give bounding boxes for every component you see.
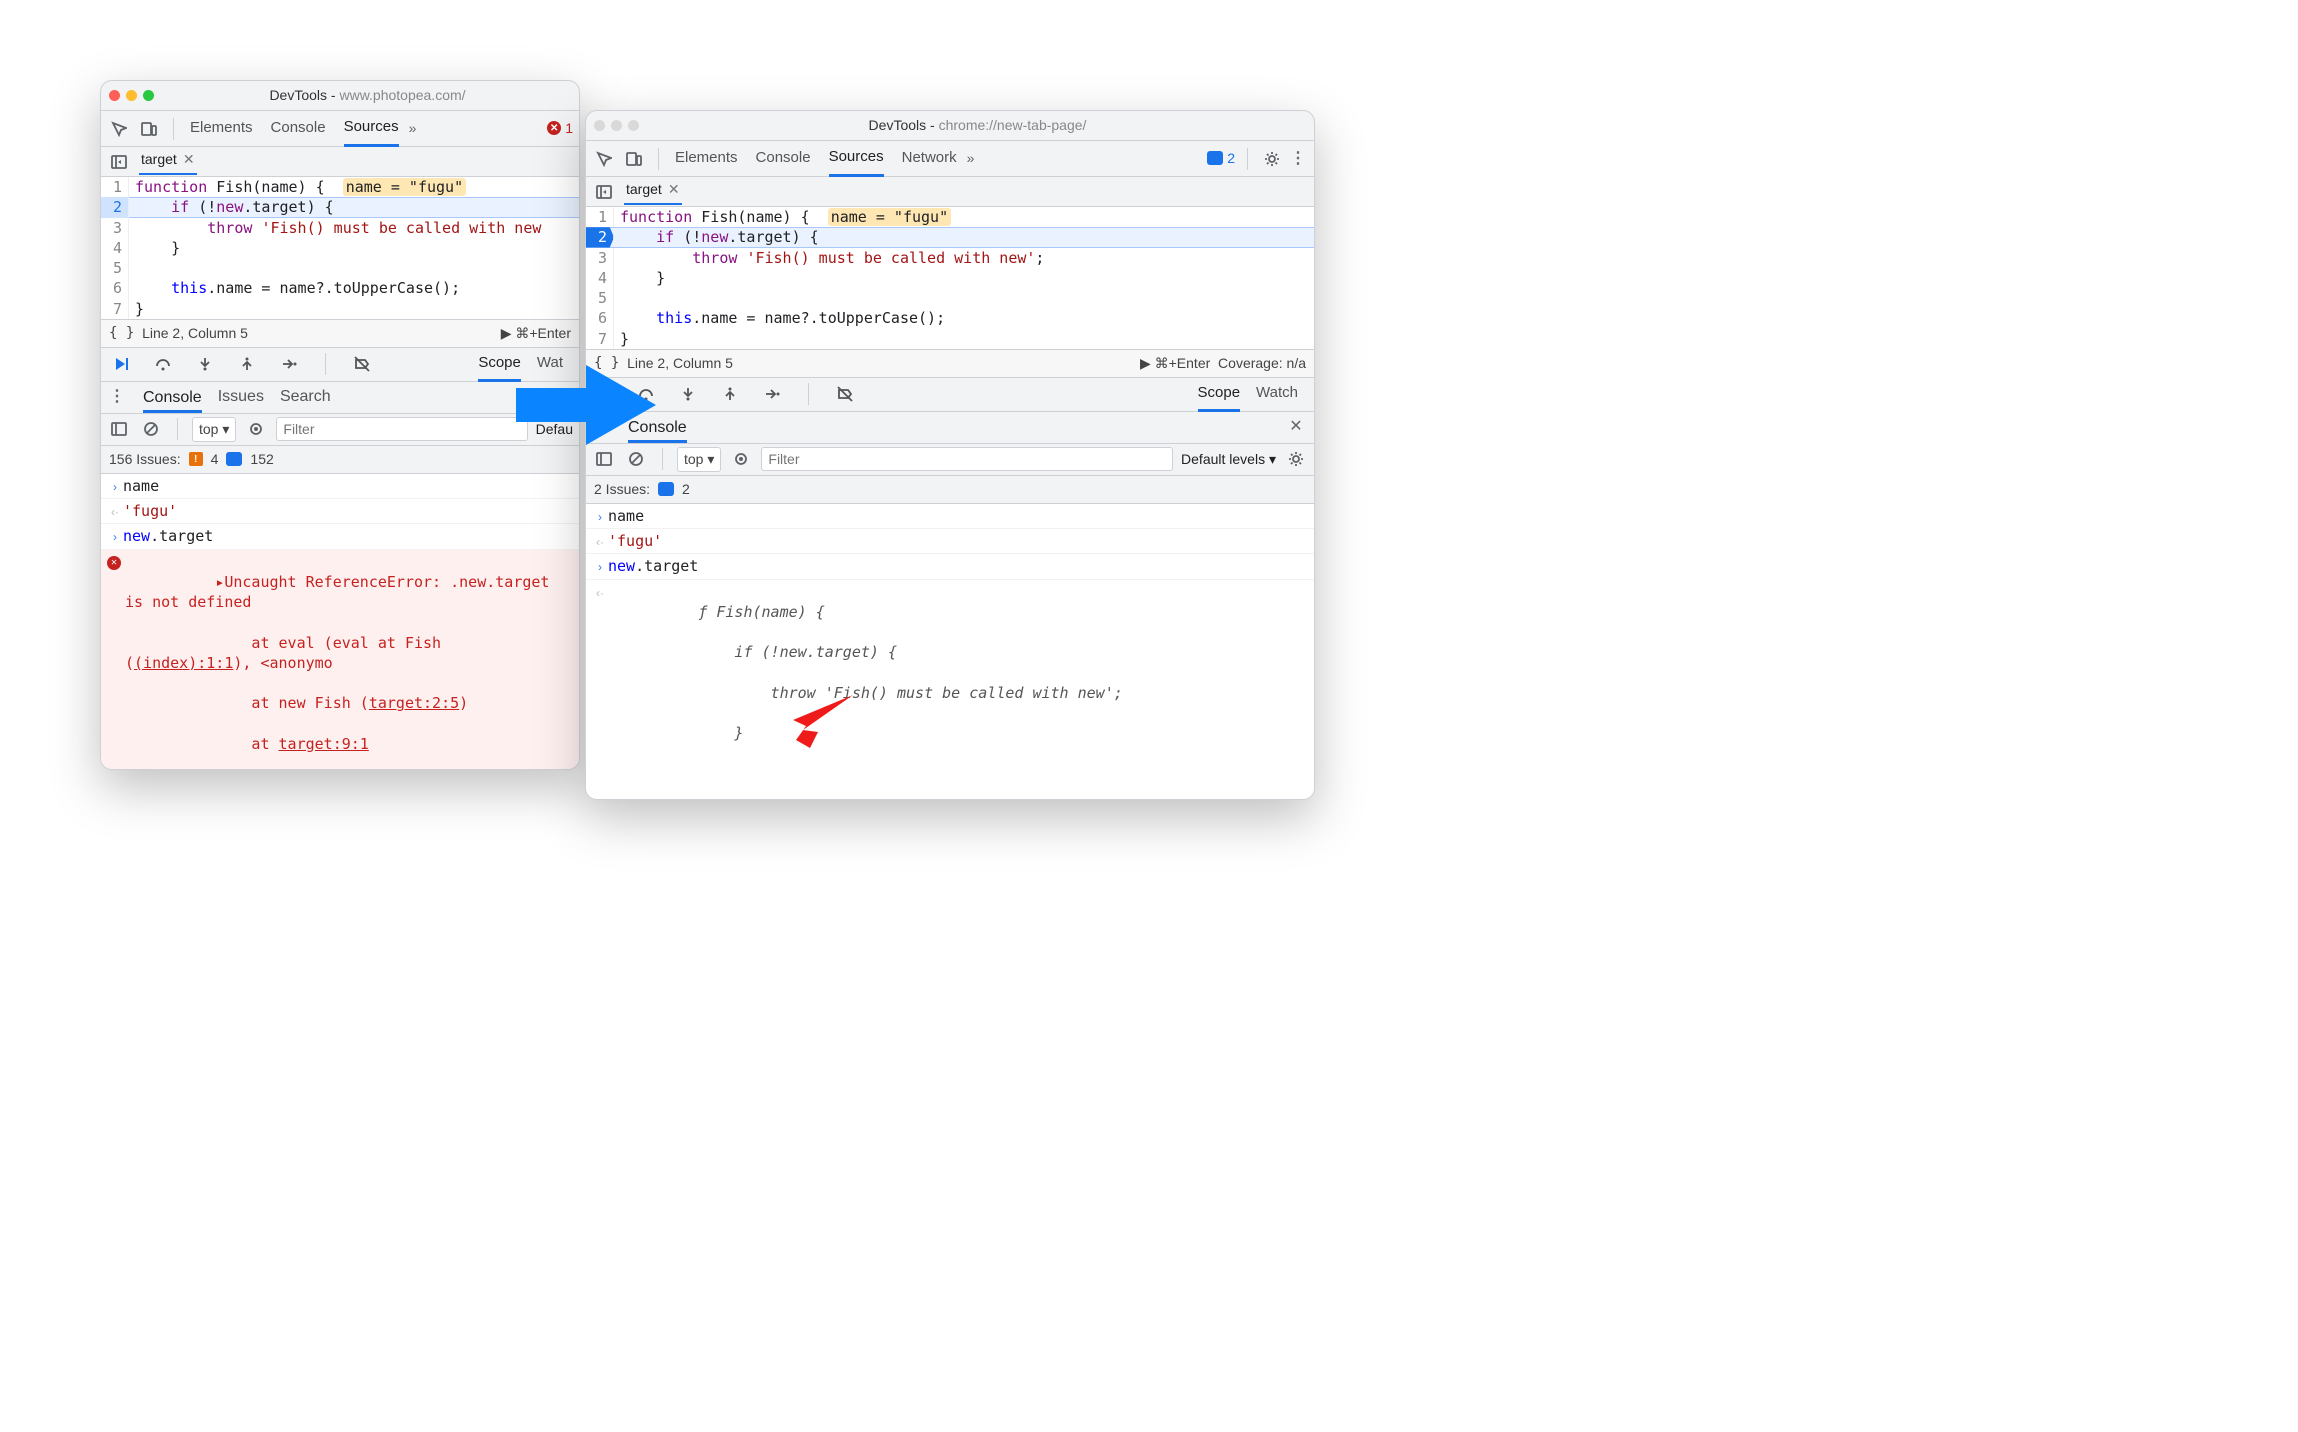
console-error[interactable]: ✕ ▸Uncaught ReferenceError: .new.target … bbox=[101, 550, 579, 771]
navigator-toggle-icon[interactable] bbox=[107, 150, 131, 174]
code-editor[interactable]: 1function Fish(name) { name = "fugu" 2 i… bbox=[101, 177, 579, 319]
clear-console-icon[interactable] bbox=[624, 447, 648, 471]
step-out-icon[interactable] bbox=[235, 352, 259, 376]
live-expression-icon[interactable] bbox=[244, 417, 268, 441]
error-badge[interactable]: ✕1 bbox=[547, 119, 573, 138]
console-output: ›name ‹·'fugu' ›new.target ‹· ƒ Fish(nam… bbox=[586, 504, 1314, 800]
issues-bar[interactable]: 2 Issues: 2 bbox=[586, 476, 1314, 504]
minimize-window-icon[interactable] bbox=[611, 120, 622, 131]
tab-sources[interactable]: Sources bbox=[829, 141, 884, 177]
output-marker-icon: ‹· bbox=[107, 501, 123, 520]
drawer-tab-issues[interactable]: Issues bbox=[218, 380, 264, 414]
titlebar: DevTools - chrome://new-tab-page/ bbox=[586, 111, 1314, 141]
debugger-toolbar: Scope Watch bbox=[586, 378, 1314, 412]
step-into-icon[interactable] bbox=[676, 382, 700, 406]
tab-console[interactable]: Console bbox=[271, 111, 326, 147]
main-toolbar: Elements Console Sources » ✕1 bbox=[101, 111, 579, 147]
more-menu-icon[interactable]: ⋮ bbox=[1290, 148, 1308, 170]
resume-icon[interactable] bbox=[109, 352, 133, 376]
inspect-element-icon[interactable] bbox=[592, 147, 616, 171]
devtools-window-right: DevTools - chrome://new-tab-page/ Elemen… bbox=[585, 110, 1315, 800]
console-filter-bar: top ▾ Default levels ▾ bbox=[586, 444, 1314, 476]
tab-elements[interactable]: Elements bbox=[675, 141, 738, 177]
output-marker-icon: ‹· bbox=[592, 582, 608, 601]
coverage-status: Coverage: n/a bbox=[1218, 354, 1306, 373]
minimize-window-icon[interactable] bbox=[126, 90, 137, 101]
tab-console[interactable]: Console bbox=[756, 141, 811, 177]
live-expression-icon[interactable] bbox=[729, 447, 753, 471]
more-tabs-icon[interactable]: » bbox=[405, 115, 421, 142]
settings-gear-icon[interactable] bbox=[1260, 147, 1284, 171]
filter-input[interactable] bbox=[276, 417, 527, 441]
cursor-position: Line 2, Column 5 bbox=[142, 324, 248, 343]
console-result[interactable]: ‹· ƒ Fish(name) { if (!new.target) { thr… bbox=[586, 580, 1314, 801]
main-toolbar: Elements Console Sources Network » 2 ⋮ bbox=[586, 141, 1314, 177]
maximize-window-icon[interactable] bbox=[143, 90, 154, 101]
clear-console-icon[interactable] bbox=[139, 417, 163, 441]
file-tabbar: target ✕ bbox=[101, 147, 579, 177]
drawer-tabs: ⋮ Console Issues Search bbox=[101, 382, 579, 414]
inspect-element-icon[interactable] bbox=[107, 117, 131, 141]
deactivate-breakpoints-icon[interactable] bbox=[833, 382, 857, 406]
close-window-icon[interactable] bbox=[594, 120, 605, 131]
console-output: ›name ‹·'fugu' ›new.target ✕ ▸Uncaught R… bbox=[101, 474, 579, 770]
titlebar: DevTools - www.photopea.com/ bbox=[101, 81, 579, 111]
drawer-tabs: ⋮ Console ✕ bbox=[586, 412, 1314, 444]
editor-footer: { } Line 2, Column 5 ▶ ⌘+Enter Coverage:… bbox=[586, 349, 1314, 377]
file-tab-target[interactable]: target ✕ bbox=[139, 148, 197, 175]
tab-sources[interactable]: Sources bbox=[344, 111, 399, 147]
close-tab-icon[interactable]: ✕ bbox=[668, 180, 680, 199]
input-marker-icon: › bbox=[107, 526, 123, 545]
step-icon[interactable] bbox=[760, 382, 784, 406]
device-toolbar-icon[interactable] bbox=[137, 117, 161, 141]
step-out-icon[interactable] bbox=[718, 382, 742, 406]
devtools-window-left: DevTools - www.photopea.com/ Elements Co… bbox=[100, 80, 580, 770]
code-editor[interactable]: 1function Fish(name) { name = "fugu" 2 i… bbox=[586, 207, 1314, 349]
annotation-blue-arrow-icon bbox=[516, 360, 656, 450]
drawer-menu-icon[interactable]: ⋮ bbox=[109, 386, 127, 408]
output-marker-icon: ‹· bbox=[592, 531, 608, 550]
error-icon: ✕ bbox=[107, 556, 121, 570]
annotation-red-arrow-icon bbox=[788, 690, 858, 750]
pane-tab-watch[interactable]: Watch bbox=[1256, 377, 1298, 412]
deactivate-breakpoints-icon[interactable] bbox=[350, 352, 374, 376]
log-levels[interactable]: Default levels ▾ bbox=[1181, 450, 1276, 469]
input-marker-icon: › bbox=[107, 476, 123, 495]
debugger-toolbar: Scope Wat bbox=[101, 348, 579, 382]
issues-bar[interactable]: 156 Issues: !4 152 bbox=[101, 446, 579, 474]
device-toolbar-icon[interactable] bbox=[622, 147, 646, 171]
tab-elements[interactable]: Elements bbox=[190, 111, 253, 147]
maximize-window-icon[interactable] bbox=[628, 120, 639, 131]
file-tab-target[interactable]: target ✕ bbox=[624, 178, 682, 205]
tab-network[interactable]: Network bbox=[902, 141, 957, 177]
editor-footer: { } Line 2, Column 5 ▶ ⌘+Enter bbox=[101, 319, 579, 347]
drawer-tab-console[interactable]: Console bbox=[143, 381, 202, 413]
file-tabbar: target ✕ bbox=[586, 177, 1314, 207]
input-marker-icon: › bbox=[592, 556, 608, 575]
drawer-tab-search[interactable]: Search bbox=[280, 380, 331, 414]
pane-tab-scope[interactable]: Scope bbox=[1198, 377, 1241, 412]
pane-tab-scope[interactable]: Scope bbox=[478, 347, 521, 382]
console-settings-icon[interactable] bbox=[1284, 447, 1308, 471]
console-sidebar-icon[interactable] bbox=[592, 447, 616, 471]
step-into-icon[interactable] bbox=[193, 352, 217, 376]
step-icon[interactable] bbox=[277, 352, 301, 376]
messages-badge[interactable]: 2 bbox=[1207, 149, 1235, 168]
filter-input[interactable] bbox=[761, 447, 1173, 471]
more-tabs-icon[interactable]: » bbox=[963, 145, 979, 172]
context-selector[interactable]: top ▾ bbox=[677, 447, 721, 472]
window-title: DevTools - chrome://new-tab-page/ bbox=[649, 116, 1306, 135]
console-filter-bar: top ▾ Defau bbox=[101, 414, 579, 446]
window-title: DevTools - www.photopea.com/ bbox=[164, 86, 571, 105]
close-window-icon[interactable] bbox=[109, 90, 120, 101]
input-marker-icon: › bbox=[592, 506, 608, 525]
step-over-icon[interactable] bbox=[151, 352, 175, 376]
navigator-toggle-icon[interactable] bbox=[592, 180, 616, 204]
close-drawer-icon[interactable]: ✕ bbox=[1286, 417, 1306, 437]
close-tab-icon[interactable]: ✕ bbox=[183, 150, 195, 169]
context-selector[interactable]: top ▾ bbox=[192, 417, 236, 442]
console-sidebar-icon[interactable] bbox=[107, 417, 131, 441]
